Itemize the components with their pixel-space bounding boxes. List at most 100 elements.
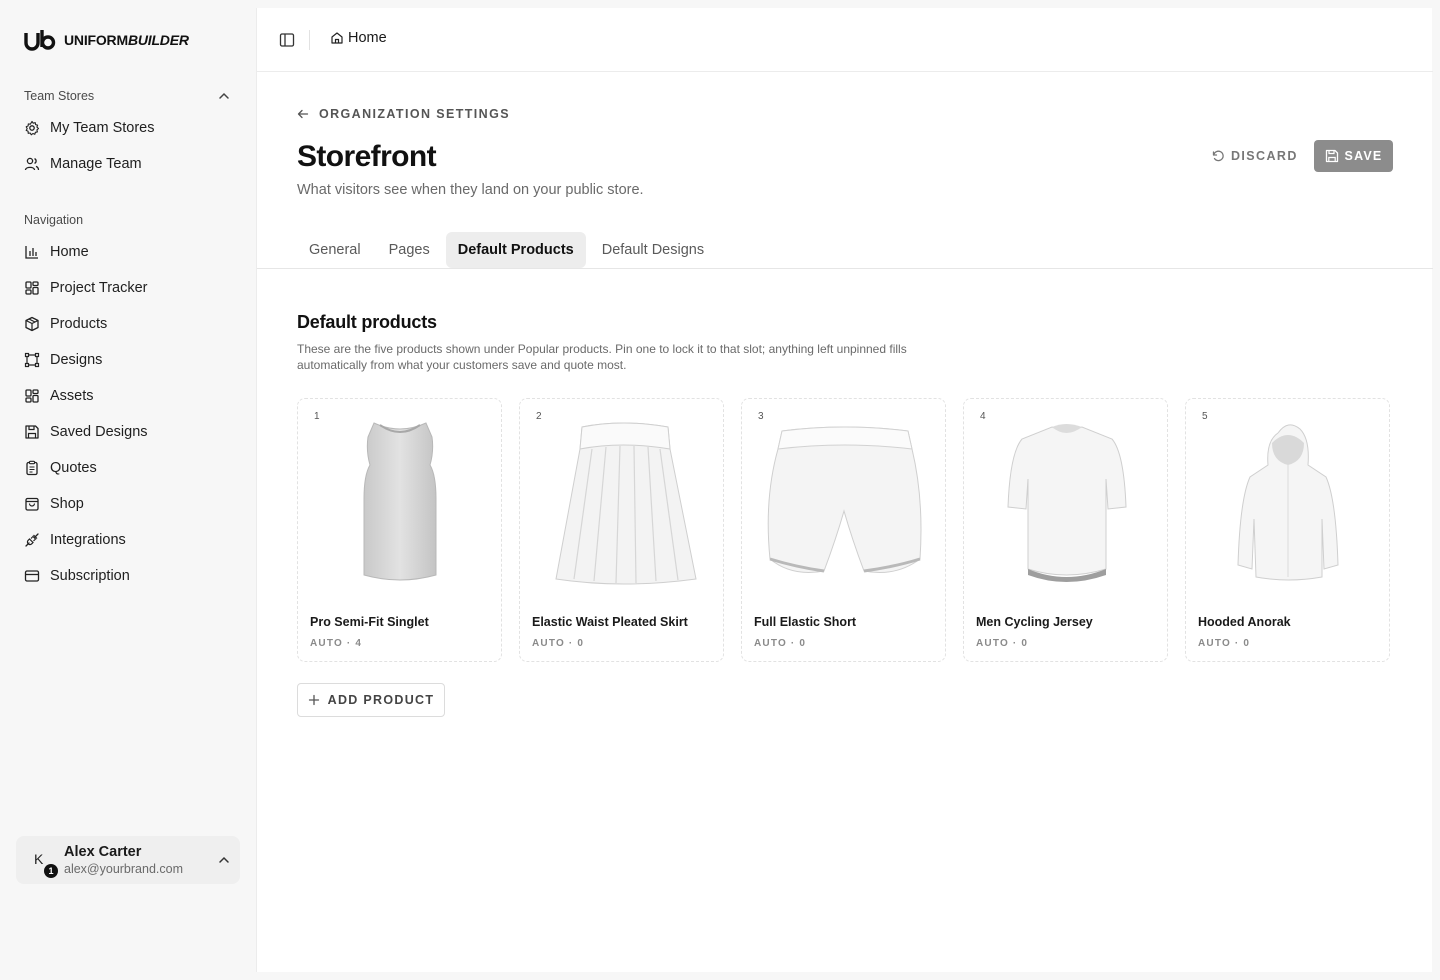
discard-label: DISCARD (1231, 149, 1298, 163)
sidebar-item-label: Integrations (50, 532, 126, 548)
sidebar-item-saved-designs[interactable]: Saved Designs (16, 416, 240, 448)
cycling-jersey-image (1007, 424, 1127, 582)
plus-icon (308, 694, 319, 706)
tab-pages[interactable]: Pages (377, 232, 442, 268)
page-subtitle: What visitors see when they land on your… (297, 182, 644, 198)
product-meta: AUTO · 0 (532, 638, 585, 649)
add-product-button[interactable]: ADD PRODUCT (297, 683, 445, 717)
sidebar-item-label: Home (50, 244, 89, 260)
main-panel: Home ORGANIZATION SETTINGS Storefront Wh… (256, 8, 1433, 972)
page-title: Storefront (297, 140, 437, 173)
product-card[interactable]: 3 Full Elastic Short AUTO · 0 (741, 398, 946, 662)
save-icon (25, 425, 39, 439)
brand-logo[interactable]: UNIFORMBUILDER (24, 29, 189, 51)
plug-icon (25, 533, 39, 547)
sidebar-item-label: Shop (50, 496, 84, 512)
top-bar: Home (257, 8, 1433, 72)
save-icon (1325, 149, 1338, 163)
shopping-bag-icon (25, 497, 39, 511)
product-card[interactable]: 1 Pro Semi-Fit Singlet AUTO · 4 (297, 398, 502, 662)
undo-icon (1212, 150, 1224, 162)
product-card[interactable]: 4 Men Cycling Jersey AUTO · 0 (963, 398, 1168, 662)
product-meta: AUTO · 4 (310, 638, 363, 649)
section-title: Default products (297, 312, 437, 332)
tab-default-designs[interactable]: Default Designs (590, 232, 716, 268)
sidebar-item-designs[interactable]: Designs (16, 344, 240, 376)
sidebar-item-integrations[interactable]: Integrations (16, 524, 240, 556)
sidebar-item-label: My Team Stores (50, 120, 155, 136)
sidebar-item-project-tracker[interactable]: Project Tracker (16, 272, 240, 304)
product-name: Full Elastic Short (754, 615, 857, 629)
save-label: SAVE (1344, 149, 1383, 163)
frame-icon (24, 352, 40, 368)
product-name: Men Cycling Jersey (976, 615, 1093, 629)
pleated-skirt-image (555, 422, 697, 585)
hooded-anorak-image (1237, 424, 1339, 581)
breadcrumb[interactable]: Home (330, 30, 387, 46)
tab-general[interactable]: General (297, 232, 373, 268)
singlet-image (363, 422, 437, 581)
sidebar-item-my-team-stores[interactable]: My Team Stores (16, 112, 240, 144)
sidebar-item-label: Products (50, 316, 108, 332)
credit-card-icon (24, 570, 40, 582)
sidebar-item-label: Project Tracker (50, 280, 148, 296)
chevron-up-icon[interactable] (216, 88, 232, 104)
tabs-divider (257, 268, 1433, 269)
user-email: alex@yourbrand.com (64, 862, 183, 876)
sidebar-item-home[interactable]: Home (16, 236, 240, 268)
sidebar-item-shop[interactable]: Shop (16, 488, 240, 520)
product-card[interactable]: 5 Hooded Anorak AUTO · 0 (1185, 398, 1390, 662)
sidebar-item-label: Subscription (50, 568, 130, 584)
tab-default-products[interactable]: Default Products (445, 232, 586, 268)
tabs: General Pages Default Products Default D… (297, 232, 716, 268)
sidebar-item-assets[interactable]: Assets (16, 380, 240, 412)
sidebar-item-subscription[interactable]: Subscription (16, 560, 240, 592)
grid-icon (25, 281, 39, 295)
product-meta: AUTO · 0 (754, 638, 807, 649)
product-meta: AUTO · 0 (1198, 638, 1251, 649)
sidebar-item-products[interactable]: Products (16, 308, 240, 340)
product-name: Pro Semi-Fit Singlet (310, 615, 429, 629)
sidebar-item-manage-team[interactable]: Manage Team (16, 148, 240, 180)
users-icon (24, 157, 40, 171)
team-stores-label: Team Stores (24, 89, 95, 103)
user-menu[interactable]: K 1 Alex Carter alex@yourbrand.com (16, 836, 240, 884)
product-card[interactable]: 2 Elastic Waist Pleated Skirt AUTO · 0 (519, 398, 724, 662)
slot-number: 1 (314, 411, 320, 422)
ub-logo-icon (24, 30, 56, 51)
sidebar: UNIFORMBUILDER Team Stores My Team Store… (0, 0, 256, 980)
breadcrumb-home: Home (348, 30, 387, 46)
section-description: These are the five products shown under … (297, 342, 907, 372)
avatar: K (34, 851, 44, 867)
shorts-image (767, 426, 922, 573)
sidebar-item-label: Designs (50, 352, 103, 368)
box-icon (25, 316, 39, 332)
chevron-up-icon (219, 856, 229, 863)
sidebar-item-label: Quotes (50, 460, 97, 476)
home-icon (331, 32, 343, 44)
divider (309, 30, 310, 50)
gear-icon (25, 120, 40, 136)
bar-chart-icon (25, 246, 38, 259)
back-to-organization-settings[interactable]: ORGANIZATION SETTINGS (297, 107, 510, 121)
discard-button[interactable]: DISCARD (1203, 140, 1306, 172)
sidebar-item-quotes[interactable]: Quotes (16, 452, 240, 484)
brand-name: UNIFORMBUILDER (64, 32, 189, 48)
slot-number: 4 (980, 411, 986, 422)
add-product-label: ADD PRODUCT (327, 693, 435, 707)
arrow-left-icon (297, 109, 309, 119)
notification-badge: 1 (44, 864, 58, 878)
slot-number: 3 (758, 411, 764, 422)
sidebar-item-label: Saved Designs (50, 424, 148, 440)
save-button[interactable]: SAVE (1314, 140, 1393, 172)
clipboard-icon (26, 460, 38, 476)
product-slots: 1 Pro Semi-Fit Singlet AUTO · 4 2 Elasti… (297, 398, 1390, 662)
grid-icon (25, 389, 39, 403)
product-meta: AUTO · 0 (976, 638, 1029, 649)
slot-number: 5 (1202, 411, 1208, 422)
product-name: Hooded Anorak (1198, 615, 1291, 629)
sidebar-toggle-icon[interactable] (279, 32, 295, 48)
sidebar-item-label: Assets (50, 388, 94, 404)
navigation-label: Navigation (24, 213, 84, 227)
slot-number: 2 (536, 411, 542, 422)
